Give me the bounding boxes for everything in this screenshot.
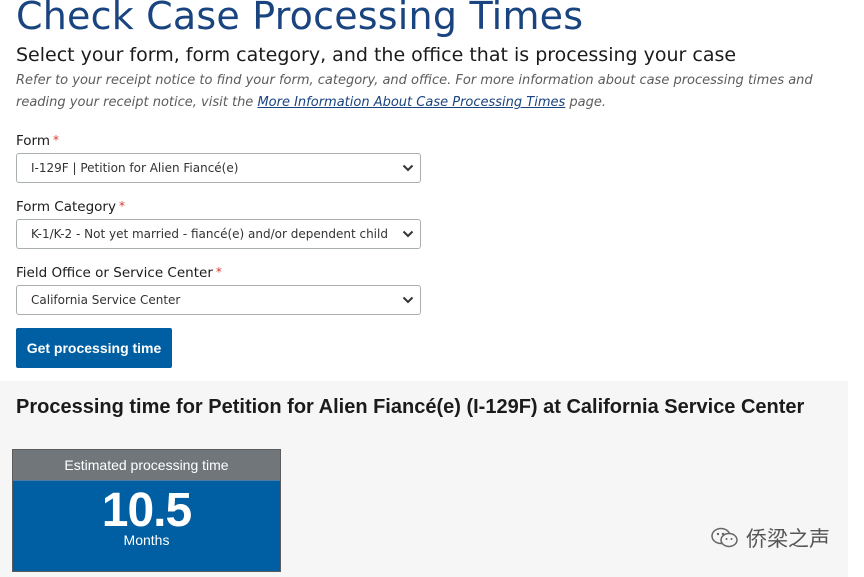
intro-text: Refer to your receipt notice to find you… — [16, 70, 846, 114]
category-label: Form Category * — [16, 199, 125, 215]
office-select[interactable]: California Service Center — [16, 285, 421, 315]
chevron-down-icon — [402, 296, 414, 304]
required-mark: * — [53, 133, 60, 147]
required-mark: * — [118, 199, 125, 213]
form-label: Form * — [16, 133, 59, 149]
required-mark: * — [215, 265, 222, 279]
watermark: 侨梁之声 — [710, 523, 830, 553]
page-title: Check Case Processing Times — [16, 0, 584, 38]
processing-time-card: Estimated processing time 10.5 Months — [12, 449, 281, 572]
wechat-icon — [711, 527, 738, 548]
office-label: Field Office or Service Center * — [16, 265, 222, 281]
processing-time-value: 10.5 — [101, 484, 192, 537]
page-gutter — [848, 0, 864, 577]
watermark-text: 侨梁之声 — [746, 527, 830, 551]
form-select-value: I-129F | Petition for Alien Fiancé(e) — [31, 161, 239, 175]
processing-time-unit: Months — [123, 532, 170, 548]
office-select-value: California Service Center — [31, 293, 181, 307]
form-select[interactable]: I-129F | Petition for Alien Fiancé(e) — [16, 153, 421, 183]
category-select[interactable]: K-1/K-2 - Not yet married - fiancé(e) an… — [16, 219, 421, 249]
intro-text-end: page. — [565, 95, 607, 110]
chevron-down-icon — [402, 164, 414, 172]
get-processing-time-button[interactable]: Get processing time — [16, 328, 172, 368]
form-label-text: Form — [16, 133, 51, 149]
category-select-value: K-1/K-2 - Not yet married - fiancé(e) an… — [31, 227, 388, 241]
office-label-text: Field Office or Service Center — [16, 265, 213, 281]
more-info-link[interactable]: More Information About Case Processing T… — [257, 95, 565, 110]
page-subtitle: Select your form, form category, and the… — [16, 44, 737, 66]
category-label-text: Form Category — [16, 199, 116, 215]
results-title: Processing time for Petition for Alien F… — [16, 396, 805, 418]
chevron-down-icon — [402, 230, 414, 238]
card-header: Estimated processing time — [13, 450, 280, 481]
